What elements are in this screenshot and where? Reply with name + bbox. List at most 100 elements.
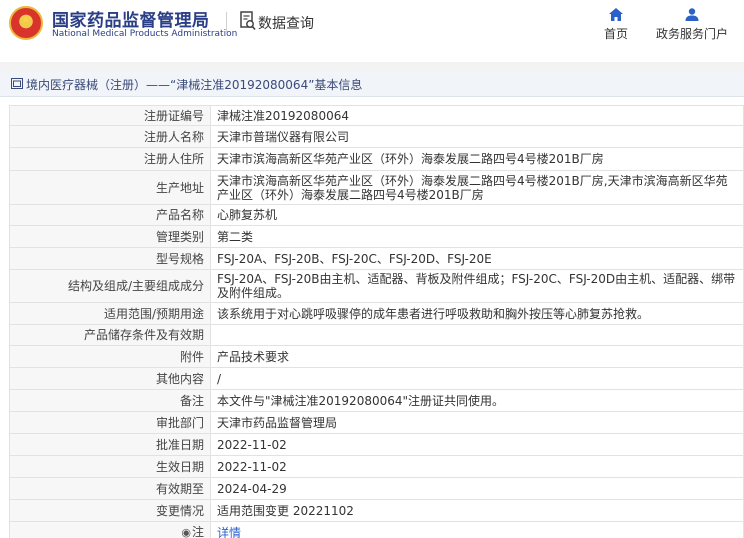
field-label-text: 注册人名称: [143, 129, 204, 144]
nav-service-portal[interactable]: 政务服务门户: [652, 6, 732, 42]
field-label-text: 附件: [179, 349, 204, 364]
field-value-text: 2022-11-02: [217, 459, 287, 474]
field-value: 本文件与"津械注准20192080064"注册证共同使用。: [210, 389, 744, 412]
field-label-text: 备注: [179, 393, 204, 408]
field-label-text: 批准日期: [155, 437, 204, 452]
field-value-text: FSJ-20A、FSJ-20B、FSJ-20C、FSJ-20D、FSJ-20E: [217, 251, 492, 266]
table-row: 审批部门 天津市药品监督管理局: [9, 411, 744, 434]
breadcrumb-text: 境内医疗器械（注册）——“津械注准20192080064”基本信息: [26, 78, 363, 92]
field-value-text: 第二类: [217, 229, 254, 244]
table-row: 其他内容 /: [9, 367, 744, 390]
field-label: ◉注: [9, 521, 211, 538]
field-value: 产品技术要求: [210, 345, 744, 368]
table-row: 产品储存条件及有效期: [9, 324, 744, 346]
table-row: 批准日期 2022-11-02: [9, 433, 744, 456]
field-value: 津械注准20192080064: [210, 105, 744, 126]
breadcrumb: 境内医疗器械（注册）——“津械注准20192080064”基本信息: [0, 71, 744, 97]
field-value: FSJ-20A、FSJ-20B、FSJ-20C、FSJ-20D、FSJ-20E: [210, 247, 744, 270]
field-value: 适用范围变更 20221102: [210, 499, 744, 522]
field-value-text: 天津市滨海高新区华苑产业区（环外）海泰发展二路四号4号楼201B厂房,天津市滨海…: [217, 173, 728, 202]
folder-icon: [11, 78, 23, 89]
site-header: ★ 国家药品监督管理局 National Medical Products Ad…: [0, 0, 744, 62]
field-value-text: 天津市药品监督管理局: [217, 415, 338, 430]
field-value-text: 心肺复苏机: [217, 208, 278, 222]
site-title-cn[interactable]: 国家药品监督管理局: [52, 6, 210, 31]
field-value: 天津市药品监督管理局: [210, 411, 744, 434]
table-row: 适用范围/预期用途 该系统用于对心跳呼吸骤停的成年患者进行呼吸救助和胸外按压等心肺…: [9, 302, 744, 325]
detail-table: 注册证编号 津械注准20192080064 注册人名称 天津市普瑞仪器有限公司 注册人住…: [9, 105, 744, 538]
field-label: 注册证编号: [9, 105, 211, 126]
field-label-text: 管理类别: [155, 229, 204, 244]
field-label: 型号规格: [9, 247, 211, 270]
field-label: 注册人名称: [9, 125, 211, 148]
field-label-text: 产品名称: [155, 208, 204, 222]
site-title-en[interactable]: National Medical Products Administration: [52, 29, 237, 39]
header-gap: [0, 62, 744, 71]
pin-icon: ◉: [181, 526, 191, 538]
home-icon: [609, 8, 623, 21]
field-value: 天津市滨海高新区华苑产业区（环外）海泰发展二路四号4号楼201B厂房,天津市滨海…: [210, 170, 744, 205]
field-value-text: 适用范围变更 20221102: [217, 503, 354, 518]
table-row: ◉注 详情: [9, 521, 744, 538]
field-value: 天津市滨海高新区华苑产业区（环外）海泰发展二路四号4号楼201B厂房: [210, 147, 744, 171]
field-label-text: 变更情况: [155, 503, 204, 518]
field-value: /: [210, 367, 744, 390]
table-row: 注册证编号 津械注准20192080064: [9, 105, 744, 126]
nav-home[interactable]: 首页: [596, 6, 636, 42]
field-value: 心肺复苏机: [210, 204, 744, 226]
table-row: 有效期至 2024-04-29: [9, 477, 744, 500]
field-value: FSJ-20A、FSJ-20B由主机、适配器、背板及附件组成；FSJ-20C、F…: [210, 269, 744, 303]
table-row: 管理类别 第二类: [9, 225, 744, 248]
field-label-text: 生效日期: [155, 459, 204, 474]
field-label: 有效期至: [9, 477, 211, 500]
field-value: [210, 324, 744, 346]
field-label-text: 注册人住所: [143, 152, 204, 166]
field-label: 产品名称: [9, 204, 211, 226]
field-value-text: /: [217, 371, 222, 386]
field-label: 其他内容: [9, 367, 211, 390]
table-row: 产品名称 心肺复苏机: [9, 204, 744, 226]
field-value-text: 本文件与"津械注准20192080064"注册证共同使用。: [217, 393, 505, 408]
field-value: 2022-11-02: [210, 455, 744, 478]
field-value: 天津市普瑞仪器有限公司: [210, 125, 744, 148]
field-value: 第二类: [210, 225, 744, 248]
table-row: 附件 产品技术要求: [9, 345, 744, 368]
field-label: 生产地址: [9, 170, 211, 205]
field-label-text: 适用范围/预期用途: [103, 306, 204, 321]
table-row: 型号规格 FSJ-20A、FSJ-20B、FSJ-20C、FSJ-20D、FSJ-…: [9, 247, 744, 270]
field-label: 批准日期: [9, 433, 211, 456]
national-emblem-logo: ★: [9, 6, 43, 40]
field-value-text: 天津市滨海高新区华苑产业区（环外）海泰发展二路四号4号楼201B厂房: [217, 152, 604, 166]
table-row: 结构及组成/主要组成成分 FSJ-20A、FSJ-20B由主机、适配器、背板及附件…: [9, 269, 744, 303]
data-query-title[interactable]: 数据查询: [258, 13, 314, 33]
field-label: 生效日期: [9, 455, 211, 478]
document-search-icon: [240, 11, 256, 31]
field-value: 2024-04-29: [210, 477, 744, 500]
field-label-text: 生产地址: [155, 180, 204, 195]
field-label: 管理类别: [9, 225, 211, 248]
details-link[interactable]: 详情: [217, 526, 241, 538]
field-value: 该系统用于对心跳呼吸骤停的成年患者进行呼吸救助和胸外按压等心肺复苏抢救。: [210, 302, 744, 325]
field-value-text: 2024-04-29: [217, 481, 287, 496]
table-row: 注册人住所 天津市滨海高新区华苑产业区（环外）海泰发展二路四号4号楼201B厂房: [9, 147, 744, 171]
field-value-text: 津械注准20192080064: [217, 108, 349, 123]
field-label: 适用范围/预期用途: [9, 302, 211, 325]
field-value-text: 2022-11-02: [217, 437, 287, 452]
field-label: 产品储存条件及有效期: [9, 324, 211, 346]
field-label: 备注: [9, 389, 211, 412]
field-label-text: 其他内容: [155, 371, 204, 386]
nav-service-label: 政务服务门户: [655, 27, 728, 41]
table-row: 生效日期 2022-11-02: [9, 455, 744, 478]
field-value-text: 产品技术要求: [217, 349, 290, 364]
table-row: 生产地址 天津市滨海高新区华苑产业区（环外）海泰发展二路四号4号楼201B厂房,天…: [9, 170, 744, 205]
field-value-text: FSJ-20A、FSJ-20B由主机、适配器、背板及附件组成；FSJ-20C、F…: [217, 272, 736, 300]
field-label: 注册人住所: [9, 147, 211, 171]
field-label-text: 注: [191, 525, 204, 538]
field-label-text: 注册证编号: [143, 108, 204, 123]
field-label-text: 型号规格: [155, 251, 204, 266]
field-label-text: 有效期至: [155, 481, 204, 496]
field-value: 详情: [210, 521, 744, 538]
field-label: 附件: [9, 345, 211, 368]
field-label: 审批部门: [9, 411, 211, 434]
field-label: 结构及组成/主要组成成分: [9, 269, 211, 303]
